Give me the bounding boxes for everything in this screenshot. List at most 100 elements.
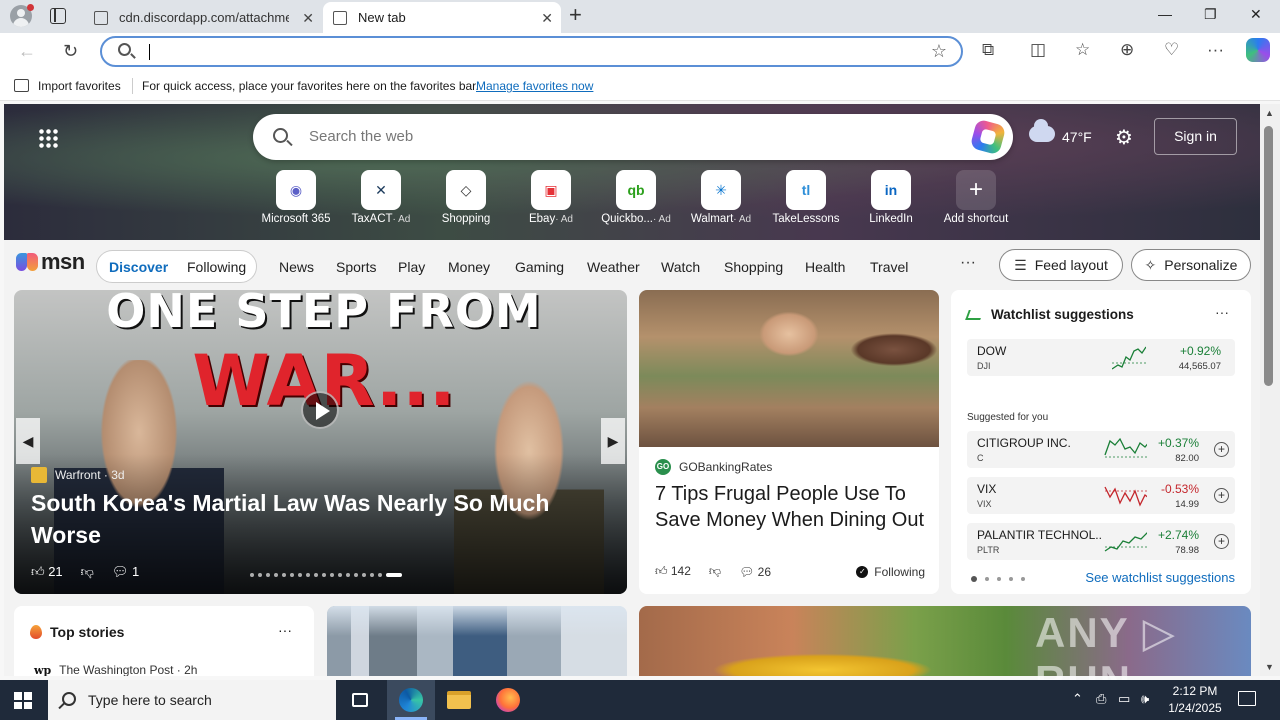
pager-dot[interactable] [971, 576, 977, 582]
carousel-dot[interactable] [322, 573, 326, 577]
close-window-icon[interactable]: ✕ [1250, 6, 1262, 23]
copilot-icon[interactable] [969, 118, 1007, 156]
volume-icon[interactable]: 🕪︎ [1141, 691, 1149, 707]
carousel-dot[interactable] [274, 573, 278, 577]
carousel-dot[interactable] [258, 573, 262, 577]
carousel-previous-icon[interactable]: ◀ [16, 418, 40, 464]
sign-in-button[interactable]: Sign in [1154, 118, 1237, 155]
pager-dot[interactable] [1021, 577, 1025, 581]
taskbar-firefox[interactable] [484, 680, 532, 720]
nav-travel[interactable]: Travel [870, 259, 908, 275]
network-icon[interactable]: ▭ [1118, 691, 1130, 707]
browser-essentials-icon[interactable]: ♡ [1164, 40, 1179, 60]
quote-citigroup[interactable]: CITIGROUP INC. C +0.37% 82.00 + [967, 431, 1235, 468]
scroll-up-icon[interactable]: ▲ [1265, 108, 1274, 118]
carousel-dot[interactable] [250, 573, 254, 577]
pager-dot[interactable] [1009, 577, 1013, 581]
taskbar-edge[interactable] [387, 680, 435, 720]
carousel-dot[interactable] [298, 573, 302, 577]
hero-story-card[interactable]: ONE STEP FROM WAR... ◀ ▶ Warfront · 3d S… [14, 290, 627, 594]
close-tab-icon[interactable]: ✕ [541, 10, 553, 27]
nav-health[interactable]: Health [805, 259, 845, 275]
shortcut-takelessons[interactable]: tl TakeLessons [764, 170, 848, 225]
page-scrollbar[interactable]: ▲ ▼ [1260, 104, 1280, 676]
taskbar-search-box[interactable]: Type here to search [48, 680, 336, 720]
shortcut-shopping[interactable]: ◇ Shopping [424, 170, 508, 225]
manage-favorites-link[interactable]: Manage favorites now [476, 79, 593, 93]
device-icon[interactable]: ⎙ [1096, 691, 1106, 707]
pager-dot[interactable] [997, 577, 1001, 581]
shortcut-microsoft-365[interactable]: ◉ Microsoft 365 [254, 170, 338, 225]
minimize-icon[interactable]: — [1158, 6, 1172, 22]
shortcut-walmart[interactable]: ✳ Walmart· Ad [679, 170, 763, 225]
article-headline[interactable]: 7 Tips Frugal People Use To Save Money W… [655, 481, 930, 533]
like-button[interactable]: 👍︎ 21 [31, 564, 63, 580]
cloud-icon[interactable] [1029, 119, 1055, 142]
nav-news[interactable]: News [279, 259, 314, 275]
tab-following[interactable]: Following [187, 259, 246, 275]
comments-button[interactable]: 💬︎ 26 [739, 565, 771, 579]
collections-icon[interactable]: ⊕ [1120, 40, 1134, 60]
notifications-icon[interactable] [1238, 691, 1256, 706]
see-watchlist-link[interactable]: See watchlist suggestions [1085, 570, 1235, 585]
carousel-dot[interactable] [346, 573, 350, 577]
new-tab-button[interactable]: + [569, 4, 582, 26]
nav-sports[interactable]: Sports [336, 259, 376, 275]
carousel-dot[interactable] [362, 573, 366, 577]
nav-more-icon[interactable]: ··· [960, 254, 976, 272]
favorites-icon[interactable]: ☆ [1075, 40, 1090, 60]
web-search-box[interactable]: Search the web [253, 114, 1013, 160]
nav-shopping[interactable]: Shopping [724, 259, 783, 275]
tab-actions-icon[interactable] [50, 8, 66, 24]
article-card-dining[interactable]: GO GOBankingRates 7 Tips Frugal People U… [639, 290, 939, 594]
tab-new-tab[interactable]: New tab ✕ [323, 2, 561, 33]
carousel-dot[interactable] [266, 573, 270, 577]
like-button[interactable]: 👍︎ 142 [655, 564, 691, 579]
following-button[interactable]: ✓ Following [856, 565, 925, 579]
system-clock[interactable]: 2:12 PM 1/24/2025 [1165, 683, 1225, 717]
carousel-dot[interactable] [354, 573, 358, 577]
nav-play[interactable]: Play [398, 259, 425, 275]
shortcut-ebay[interactable]: ▣ Ebay· Ad [509, 170, 593, 225]
carousel-next-icon[interactable]: ▶ [601, 418, 625, 464]
personalize-button[interactable]: ✧ Personalize [1131, 249, 1251, 281]
add-to-watchlist-icon[interactable]: + [1214, 442, 1229, 457]
story-headline[interactable]: South Korea's Martial Law Was Nearly So … [31, 487, 591, 551]
taskbar-search-placeholder[interactable]: Type here to search [88, 692, 212, 708]
pager-dot[interactable] [985, 577, 989, 581]
carousel-dot[interactable] [378, 573, 382, 577]
feed-layout-button[interactable]: ☰ Feed layout [999, 249, 1123, 281]
nav-money[interactable]: Money [448, 259, 490, 275]
split-screen-icon[interactable]: ◫ [1030, 40, 1046, 60]
add-shortcut-button[interactable]: + Add shortcut [934, 170, 1018, 225]
dislike-button[interactable]: 👎︎ [81, 564, 94, 580]
copilot-icon[interactable] [1246, 38, 1270, 62]
comments-button[interactable]: 💬︎ 1 [112, 564, 139, 580]
search-placeholder[interactable]: Search the web [309, 128, 413, 145]
settings-more-icon[interactable]: ··· [1207, 40, 1224, 60]
carousel-dot[interactable] [282, 573, 286, 577]
tab-discord-attachment[interactable]: cdn.discordapp.com/attachment ✕ [84, 2, 322, 33]
carousel-dot[interactable] [306, 573, 310, 577]
windows-start-icon[interactable] [14, 692, 32, 709]
scrollbar-thumb[interactable] [1264, 126, 1273, 386]
carousel-dot[interactable] [338, 573, 342, 577]
carousel-dot[interactable] [314, 573, 318, 577]
address-bar[interactable]: ☆ [100, 36, 963, 67]
nav-weather[interactable]: Weather [587, 259, 640, 275]
video-play-icon[interactable] [301, 391, 339, 429]
close-tab-icon[interactable]: ✕ [302, 10, 314, 27]
carousel-dot[interactable] [290, 573, 294, 577]
carousel-dot[interactable] [370, 573, 374, 577]
app-launcher-icon[interactable] [38, 128, 58, 148]
favorite-star-icon[interactable]: ☆ [931, 41, 947, 62]
extensions-icon[interactable]: ⧉ [982, 40, 994, 60]
quote-palantir[interactable]: PALANTIR TECHNOL... PLTR +2.74% 78.98 + [967, 523, 1235, 560]
taskbar-file-explorer[interactable] [435, 680, 483, 720]
refresh-icon[interactable]: ↻ [63, 41, 78, 62]
restore-icon[interactable]: ❐ [1204, 6, 1217, 23]
show-hidden-icons-chevron-icon[interactable]: ⌃ [1072, 691, 1083, 707]
weather-temperature[interactable]: 47°F [1062, 129, 1092, 145]
shortcut-quickbooks[interactable]: qb Quickbo...· Ad [594, 170, 678, 225]
nav-gaming[interactable]: Gaming [515, 259, 564, 275]
